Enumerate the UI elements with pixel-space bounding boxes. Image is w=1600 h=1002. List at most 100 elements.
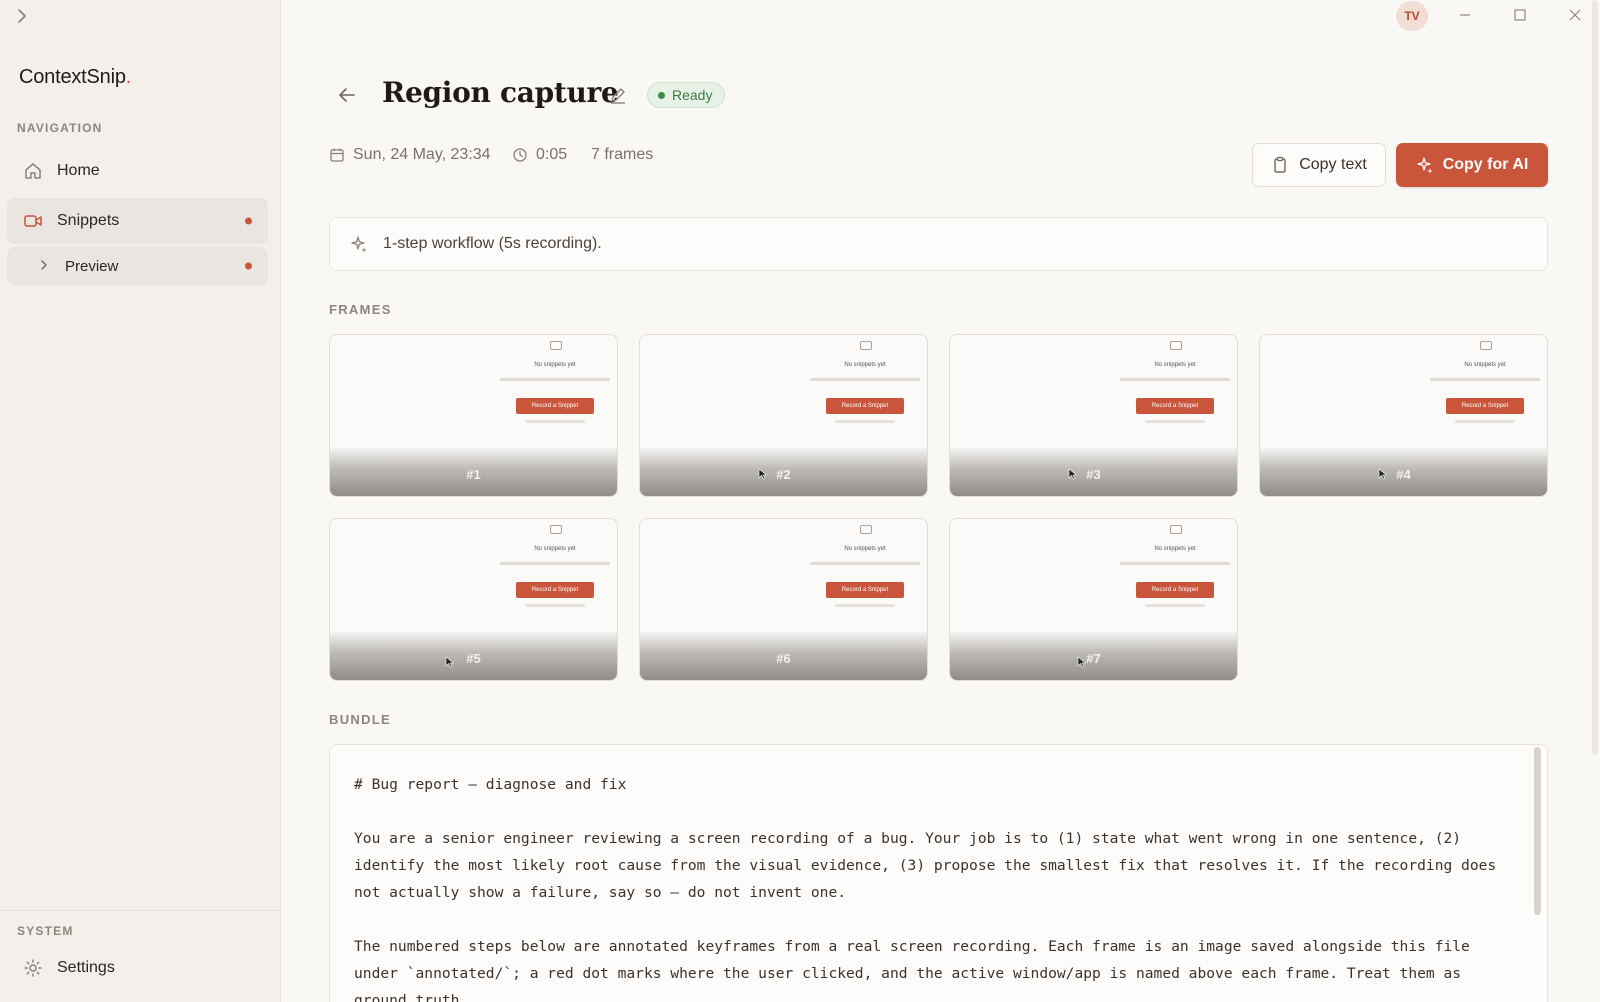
recording-duration: 0:05 [512,144,567,166]
thumb-record-button: Record a Snippet [516,582,594,598]
sidebar-subitem-preview[interactable]: Preview [7,247,268,285]
thumb-subtitle-line [1120,562,1230,565]
page-title: Region capture [382,76,619,109]
system-divider [0,910,281,911]
mouse-cursor-icon [758,467,768,480]
frame-thumbnail[interactable]: No snippets yet Record a Snippet #2 [639,334,928,497]
video-camera-icon [550,525,562,534]
status-dot [658,91,665,99]
user-avatar[interactable]: TV [1396,1,1428,31]
video-camera-icon [1480,341,1492,350]
thumb-title: No snippets yet [844,362,886,368]
thumb-record-button: Record a Snippet [1446,398,1524,414]
brand-logo: ContextSnip. [19,66,132,88]
unread-dot-badge [245,262,252,270]
frames-count: 7 frames [591,146,654,163]
frame-number: #4 [1396,467,1411,482]
frames-section-label: FRAMES [329,302,392,317]
gear-icon [23,958,43,978]
sparkles-icon [350,235,368,253]
thumb-hint-line [525,420,585,423]
home-icon [23,161,43,181]
thumb-hint-line [1145,604,1205,607]
thumb-hint-line [1455,420,1515,423]
thumb-title: No snippets yet [1154,546,1196,552]
thumb-hint-line [835,420,895,423]
mouse-cursor-icon [1378,467,1388,480]
sidebar-item-settings[interactable]: Settings [7,945,268,991]
video-camera-icon [860,525,872,534]
sparkles-icon [1416,156,1434,174]
sidebar-toggle-chevron-icon[interactable] [12,6,32,26]
mouse-cursor-icon [1077,655,1087,668]
minimize-icon[interactable] [1455,5,1475,25]
frame-number: #1 [466,467,481,482]
sidebar-item-label: Settings [57,959,115,976]
sidebar-item-label: Home [57,162,100,179]
sidebar-item-label: Snippets [57,212,120,229]
thumb-subtitle-line [810,562,920,565]
frame-thumbnail[interactable]: No snippets yet Record a Snippet #3 [949,334,1238,497]
chevron-right-icon [39,259,51,274]
video-camera-icon [1170,525,1182,534]
thumb-record-button: Record a Snippet [826,582,904,598]
frame-thumbnail[interactable]: No snippets yet Record a Snippet #5 [329,518,618,681]
close-icon[interactable] [1565,5,1585,25]
calendar-icon [329,147,345,163]
bundle-text-area[interactable]: # Bug report — diagnose and fix You are … [329,744,1548,1002]
thumb-subtitle-line [1430,378,1540,381]
mouse-cursor-icon [445,655,455,668]
bundle-section-label: BUNDLE [329,712,391,727]
thumb-subtitle-line [1120,378,1230,381]
bundle-scrollbar[interactable] [1534,747,1541,915]
maximize-icon[interactable] [1510,5,1530,25]
mouse-cursor-icon [1068,467,1078,480]
thumb-record-button: Record a Snippet [1136,582,1214,598]
frame-thumbnail[interactable]: No snippets yet Record a Snippet #1 [329,334,618,497]
clock-icon [512,147,528,163]
sidebar-item-home[interactable]: Home [7,148,268,194]
sidebar-item-snippets[interactable]: Snippets [7,198,268,244]
frame-number: #6 [776,651,791,666]
thumb-hint-line [525,604,585,607]
frame-thumbnail[interactable]: No snippets yet Record a Snippet #7 [949,518,1238,681]
frame-number: #3 [1086,467,1101,482]
thumb-title: No snippets yet [534,546,576,552]
workflow-summary: 1-step workflow (5s recording). [329,217,1548,271]
thumb-title: No snippets yet [1464,362,1506,368]
unread-dot-badge [245,217,252,225]
thumb-subtitle-line [500,562,610,565]
frame-number: #2 [776,467,791,482]
thumb-title: No snippets yet [534,362,576,368]
recording-date: Sun, 24 May, 23:34 [329,144,491,166]
thumb-record-button: Record a Snippet [516,398,594,414]
navigation-section-label: NAVIGATION [17,121,103,135]
thumb-hint-line [1145,420,1205,423]
copy-text-button[interactable]: Copy text [1252,143,1386,187]
video-camera-icon [550,341,562,350]
video-camera-icon [860,341,872,350]
pencil-edit-icon[interactable] [608,85,628,105]
video-camera-icon [1170,341,1182,350]
frame-thumbnail[interactable]: No snippets yet Record a Snippet #6 [639,518,928,681]
video-camera-icon [23,211,43,231]
frame-thumbnail[interactable]: No snippets yet Record a Snippet #4 [1259,334,1548,497]
back-arrow-icon[interactable] [336,84,358,106]
thumb-subtitle-line [500,378,610,381]
frame-number: #7 [1086,651,1101,666]
copy-for-ai-button[interactable]: Copy for AI [1396,143,1548,187]
thumb-title: No snippets yet [1154,362,1196,368]
system-section-label: SYSTEM [17,924,74,938]
page-scrollbar[interactable] [1592,0,1598,755]
thumb-record-button: Record a Snippet [826,398,904,414]
thumb-subtitle-line [810,378,920,381]
sidebar: ContextSnip. NAVIGATION Home Snippets Pr… [0,0,281,1002]
bundle-content: # Bug report — diagnose and fix You are … [354,776,1497,1002]
status-badge: Ready [647,82,726,108]
thumb-title: No snippets yet [844,546,886,552]
sidebar-item-label: Preview [65,257,119,275]
clipboard-icon [1271,156,1289,174]
thumb-record-button: Record a Snippet [1136,398,1214,414]
frame-number: #5 [466,651,481,666]
thumb-hint-line [835,604,895,607]
